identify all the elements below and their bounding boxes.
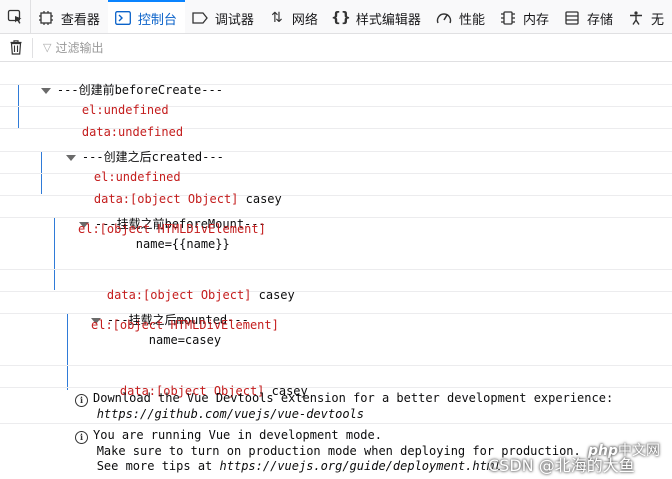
console-log-line: data:[object Object] casey [0, 366, 672, 398]
tab-label: 内存 [522, 12, 549, 28]
console-filter-bar: ▽ 过滤输出 [0, 34, 672, 62]
devtools-toolbar: 查看器 控制台 调试器 ⇅ 网络 {} 样式编辑器 性能 内存 存储 无 [0, 0, 672, 34]
console-icon [114, 10, 132, 26]
tab-label: 样式编辑器 [355, 12, 421, 28]
trash-icon [10, 40, 22, 55]
tab-inspector[interactable]: 查看器 [31, 0, 108, 33]
console-group-header[interactable]: ---创建前beforeCreate--- [0, 63, 672, 97]
console-log-line: data:[object Object] casey [0, 270, 672, 302]
tab-style-editor[interactable]: {} 样式编辑器 [326, 0, 429, 33]
console-log-line: el:[object HTMLDivElement] name=casey [0, 314, 672, 366]
tab-label: 调试器 [214, 12, 254, 28]
clear-console-button[interactable] [0, 37, 33, 58]
console-log-line: el:[object HTMLDivElement] name={{name}} [0, 218, 672, 270]
console-log-line: el:undefined [0, 152, 672, 184]
tab-label: 性能 [458, 12, 485, 28]
console-info-message: i Download the Vue Devtools extension for… [0, 388, 672, 424]
tab-console[interactable]: 控制台 [107, 0, 185, 33]
info-icon: i [75, 394, 88, 407]
console-log-line: el:undefined [0, 85, 672, 117]
tab-memory[interactable]: 内存 [493, 0, 557, 33]
filter-output-input[interactable]: ▽ 过滤输出 [43, 39, 103, 56]
csdn-watermark: CSDN @北海的大鱼 [488, 456, 635, 475]
filter-placeholder: 过滤输出 [55, 41, 104, 55]
tab-debugger[interactable]: 调试器 [185, 0, 262, 33]
accessibility-icon [627, 10, 645, 26]
element-picker-icon [7, 9, 22, 24]
tab-label: 网络 [291, 12, 318, 28]
debugger-icon [191, 10, 209, 26]
tab-label: 控制台 [137, 12, 177, 28]
style-editor-icon: {} [330, 10, 351, 26]
console-group-header[interactable]: ---创建之后created--- [0, 129, 672, 164]
console-log-line: data:[object Object] casey [0, 174, 672, 206]
devtools-link[interactable]: https://github.com/vuejs/vue-devtools [97, 407, 364, 421]
console-log-line: data:undefined [0, 107, 672, 139]
tab-network[interactable]: ⇅ 网络 [262, 0, 326, 33]
info-icon: i [75, 431, 88, 444]
tab-label: 存储 [586, 12, 613, 28]
network-icon: ⇅ [271, 10, 283, 26]
tab-accessibility[interactable]: 无 [621, 0, 672, 33]
storage-icon [563, 10, 581, 26]
memory-icon [499, 10, 517, 26]
element-picker-button[interactable] [0, 0, 31, 33]
tab-label: 查看器 [60, 12, 100, 28]
deployment-guide-link[interactable]: https://vuejs.org/guide/deployment.html [220, 459, 502, 473]
performance-icon [435, 10, 453, 26]
tab-performance[interactable]: 性能 [429, 0, 493, 33]
tab-storage[interactable]: 存储 [557, 0, 621, 33]
console-group-header[interactable]: ---挂载之后mounted--- [0, 292, 672, 327]
inspector-icon [37, 10, 55, 26]
console-group-header[interactable]: ---挂载之前beforeMount--- [0, 196, 672, 231]
funnel-icon: ▽ [43, 41, 52, 54]
tab-label: 无 [650, 12, 664, 28]
